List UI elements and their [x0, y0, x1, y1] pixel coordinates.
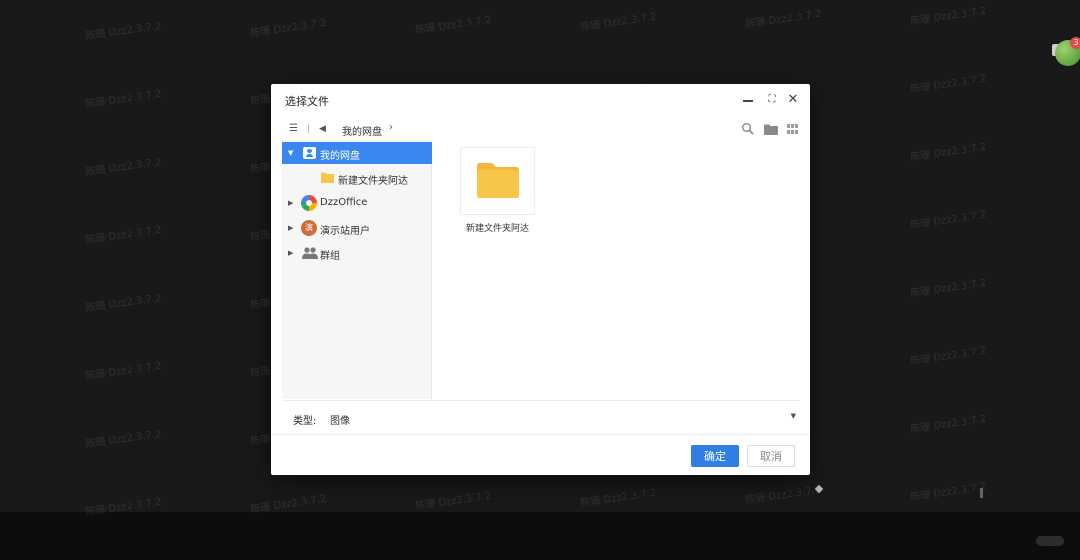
background-marker [980, 488, 983, 498]
tree-item-dzzoffice[interactable]: ▶ DzzOffice [282, 192, 432, 214]
type-label: 类型: [293, 416, 317, 427]
user-disk-icon [303, 147, 316, 159]
caret-right-icon[interactable]: ▶ [288, 223, 293, 233]
tree-item-label: 演示站用户 [320, 226, 370, 237]
caret-down-icon[interactable]: ▼ [288, 148, 293, 158]
maximize-button[interactable]: ⛶ [765, 93, 779, 107]
folder-icon[interactable] [764, 124, 778, 135]
file-item-new-folder[interactable]: 新建文件夹阿达 [460, 147, 535, 237]
tree-item-label: 我的网盘 [320, 151, 360, 162]
breadcrumb[interactable]: 我的网盘 [342, 123, 382, 138]
grid-view-icon[interactable] [787, 124, 798, 134]
file-list-area: 新建文件夹阿达 [433, 142, 810, 399]
caret-right-icon[interactable]: ▶ [288, 248, 293, 258]
dialog-footer: 确定 取消 [271, 434, 810, 475]
tree-item-label: DzzOffice [320, 197, 368, 208]
tree-item-groups[interactable]: ▶ 群组 [282, 242, 432, 264]
notification-badge: 3 [1070, 37, 1080, 49]
file-thumbnail[interactable] [460, 147, 535, 215]
folder-icon [477, 163, 519, 198]
close-button[interactable]: ✕ [786, 93, 800, 107]
type-select-value: 图像 [330, 416, 350, 427]
dialog-titlebar[interactable]: 选择文件 ⛶ ✕ [271, 84, 810, 116]
caret-right-icon[interactable]: ▶ [288, 198, 293, 208]
background-pill [1036, 536, 1064, 546]
tree-item-demo-users[interactable]: ▶ 演 演示站用户 [282, 217, 432, 239]
minimize-button[interactable] [741, 93, 755, 107]
cancel-button[interactable]: 取消 [747, 445, 795, 467]
folder-icon [321, 172, 334, 183]
tree-item-label: 新建文件夹阿达 [338, 176, 408, 187]
menu-icon[interactable]: ☰ [289, 122, 298, 136]
type-select[interactable]: 图像 ▼ [328, 407, 800, 429]
user-avatar: 演 [301, 220, 317, 236]
chevron-right-icon: › [389, 122, 393, 133]
dzzoffice-logo-icon [301, 195, 317, 211]
folder-tree: ▼ 我的网盘 新建文件夹阿达 ▶ DzzOffice ▶ 演 演示站用户 ▶ 群… [282, 142, 432, 399]
group-icon [302, 247, 318, 259]
tree-item-label: 群组 [320, 251, 340, 262]
back-arrow-icon[interactable]: ◀ [319, 122, 326, 136]
dialog-title: 选择文件 [285, 95, 329, 108]
tree-item-new-folder[interactable]: 新建文件夹阿达 [282, 167, 432, 189]
tree-item-my-disk[interactable]: ▼ 我的网盘 [282, 142, 432, 164]
file-name: 新建文件夹阿达 [465, 224, 529, 234]
caret-down-icon[interactable]: ▼ [791, 412, 796, 420]
toolbar-separator: | [307, 123, 311, 134]
taskbar-strip [0, 512, 1080, 560]
file-picker-dialog: 选择文件 ⛶ ✕ ☰ | ◀ 我的网盘 › ▼ 我的网盘 新建文件夹阿达 ▶ D… [271, 84, 810, 475]
dialog-toolbar: ☰ | ◀ 我的网盘 › [271, 118, 810, 140]
search-icon[interactable] [741, 122, 754, 135]
ok-button[interactable]: 确定 [691, 445, 739, 467]
type-filter-bar: 类型: 图像 ▼ [282, 400, 800, 434]
